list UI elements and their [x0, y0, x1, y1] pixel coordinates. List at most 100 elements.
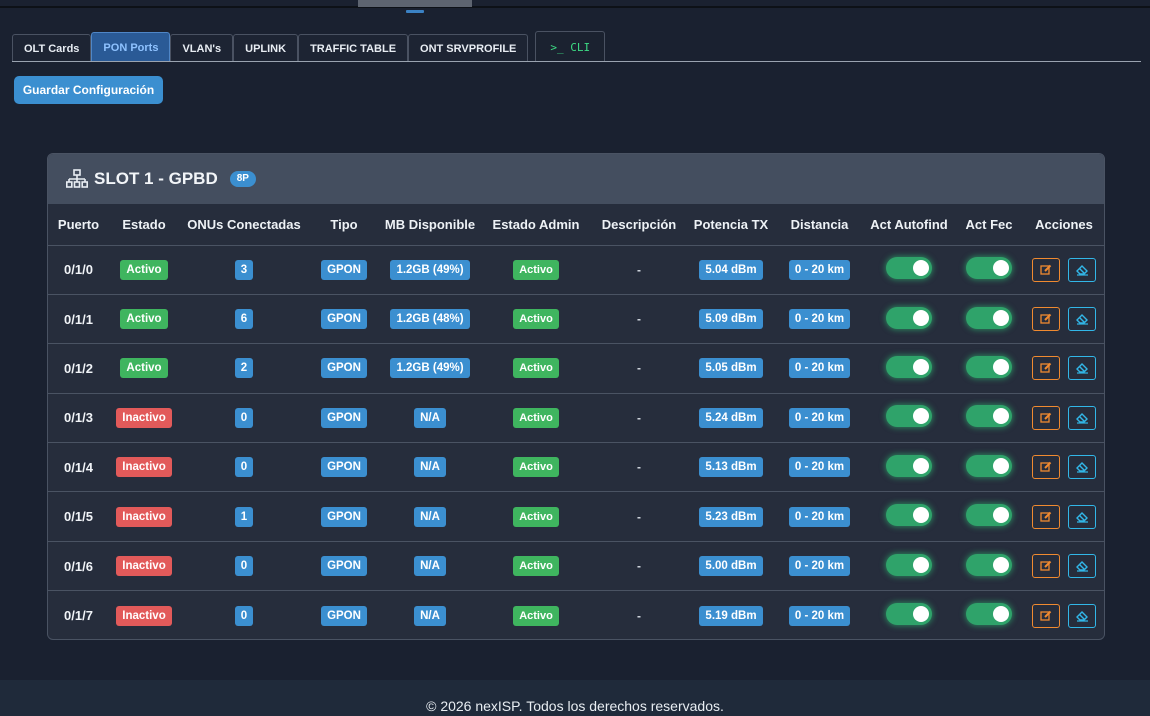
admin-badge: Activo	[513, 407, 559, 428]
col-potencia-tx: Potencia TX	[687, 204, 775, 246]
tab-vlans[interactable]: VLAN's	[170, 34, 234, 62]
edit-icon	[1040, 412, 1052, 423]
fec-toggle[interactable]	[966, 454, 1012, 477]
onus-badge: 0	[234, 457, 254, 478]
fec-toggle[interactable]	[966, 603, 1012, 626]
onus-badge: 3	[234, 259, 254, 280]
mb-badge: N/A	[414, 407, 446, 428]
col-puerto: Puerto	[48, 204, 109, 246]
erase-button[interactable]	[1067, 504, 1096, 529]
type-badge: GPON	[321, 457, 367, 478]
tab-ont-srvprofile[interactable]: ONT SRVPROFILE	[408, 34, 529, 62]
admin-badge: Activo	[513, 605, 559, 626]
col-estado: Estado	[109, 204, 179, 246]
type-badge: GPON	[321, 358, 367, 379]
edit-button[interactable]	[1032, 603, 1061, 628]
fec-toggle[interactable]	[966, 257, 1012, 280]
erase-button[interactable]	[1067, 257, 1096, 282]
col-distancia: Distancia	[775, 204, 864, 246]
status-badge: Activo	[120, 358, 168, 379]
save-config-button[interactable]: Guardar Configuración	[14, 76, 163, 104]
edit-button[interactable]	[1032, 554, 1061, 579]
autofind-toggle[interactable]	[886, 454, 932, 477]
distance-badge: 0 - 20 km	[788, 309, 851, 330]
edit-button[interactable]	[1032, 504, 1061, 529]
col-act-autofind: Act Autofind	[864, 204, 954, 246]
description: -	[591, 541, 687, 592]
edit-button[interactable]	[1032, 405, 1061, 430]
erase-button[interactable]	[1067, 603, 1096, 628]
fec-toggle[interactable]	[966, 306, 1012, 329]
distance-badge: 0 - 20 km	[788, 259, 851, 280]
tab-uplink[interactable]: UPLINK	[233, 34, 299, 62]
erase-button[interactable]	[1067, 356, 1096, 381]
fec-toggle[interactable]	[966, 553, 1012, 576]
col-acciones: Acciones	[1024, 204, 1104, 246]
tab-olt-cards[interactable]: OLT Cards	[12, 34, 92, 62]
tab-pon-ports[interactable]: PON Ports	[91, 32, 171, 62]
top-handle	[358, 0, 472, 7]
edit-icon	[1040, 610, 1052, 621]
erase-button[interactable]	[1067, 554, 1096, 579]
edit-button[interactable]	[1032, 257, 1061, 282]
status-badge: Inactivo	[116, 407, 172, 428]
eraser-icon	[1075, 561, 1088, 572]
autofind-toggle[interactable]	[886, 306, 932, 329]
onus-badge: 0	[234, 407, 254, 428]
status-badge: Activo	[120, 259, 168, 280]
autofind-toggle[interactable]	[886, 603, 932, 626]
autofind-toggle[interactable]	[886, 405, 932, 428]
mb-badge: 1.2GB (49%)	[390, 259, 470, 280]
eraser-icon	[1075, 363, 1088, 375]
col-onus: ONUs Conectadas	[179, 204, 309, 246]
tx-power-badge: 5.24 dBm	[699, 407, 763, 428]
col-tipo: Tipo	[309, 204, 379, 246]
mb-badge: 1.2GB (48%)	[390, 309, 470, 330]
type-badge: GPON	[321, 605, 367, 626]
tx-power-badge: 5.23 dBm	[699, 506, 763, 527]
tab-cli[interactable]: >_ CLI	[535, 31, 606, 62]
fec-toggle[interactable]	[966, 405, 1012, 428]
fec-toggle[interactable]	[966, 355, 1012, 378]
onus-badge: 2	[234, 358, 254, 379]
erase-button[interactable]	[1067, 307, 1096, 332]
eraser-icon	[1075, 462, 1088, 473]
table-row: 0/1/4 Inactivo 0 GPON N/A Activo - 5.13 …	[48, 442, 1104, 493]
erase-button[interactable]	[1067, 405, 1096, 430]
fec-toggle[interactable]	[966, 504, 1012, 527]
mb-badge: N/A	[414, 605, 446, 626]
edit-icon	[1040, 264, 1052, 275]
col-descripcion: Descripción	[591, 204, 687, 246]
edit-icon	[1040, 313, 1052, 324]
tx-power-badge: 5.04 dBm	[699, 259, 763, 280]
table-row: 0/1/0 Activo 3 GPON 1.2GB (49%) Activo -…	[48, 245, 1104, 295]
status-badge: Inactivo	[116, 506, 172, 527]
tab-traffic-table[interactable]: TRAFFIC TABLE	[298, 34, 409, 62]
erase-button[interactable]	[1067, 455, 1096, 480]
distance-badge: 0 - 20 km	[788, 358, 851, 379]
autofind-toggle[interactable]	[886, 504, 932, 527]
col-estado-admin: Estado Admin	[481, 204, 591, 246]
status-badge: Inactivo	[116, 605, 172, 626]
edit-icon	[1040, 560, 1052, 571]
autofind-toggle[interactable]	[886, 355, 932, 378]
edit-button[interactable]	[1032, 356, 1061, 381]
edit-button[interactable]	[1032, 455, 1061, 480]
edit-button[interactable]	[1032, 307, 1061, 332]
port-id: 0/1/0	[48, 245, 109, 295]
network-icon	[66, 169, 88, 188]
onus-badge: 0	[234, 556, 254, 577]
port-id: 0/1/3	[48, 393, 109, 444]
tabs-divider	[12, 61, 1141, 62]
distance-badge: 0 - 20 km	[788, 556, 851, 577]
eraser-icon	[1075, 314, 1088, 325]
autofind-toggle[interactable]	[886, 553, 932, 576]
top-indicator	[406, 10, 424, 13]
port-id: 0/1/2	[48, 343, 109, 394]
table-row: 0/1/1 Activo 6 GPON 1.2GB (48%) Activo -…	[48, 294, 1104, 345]
distance-badge: 0 - 20 km	[788, 407, 851, 428]
autofind-toggle[interactable]	[886, 257, 932, 280]
status-badge: Inactivo	[116, 556, 172, 577]
mb-badge: 1.2GB (49%)	[390, 358, 470, 379]
table-row: 0/1/6 Inactivo 0 GPON N/A Activo - 5.00 …	[48, 541, 1104, 592]
